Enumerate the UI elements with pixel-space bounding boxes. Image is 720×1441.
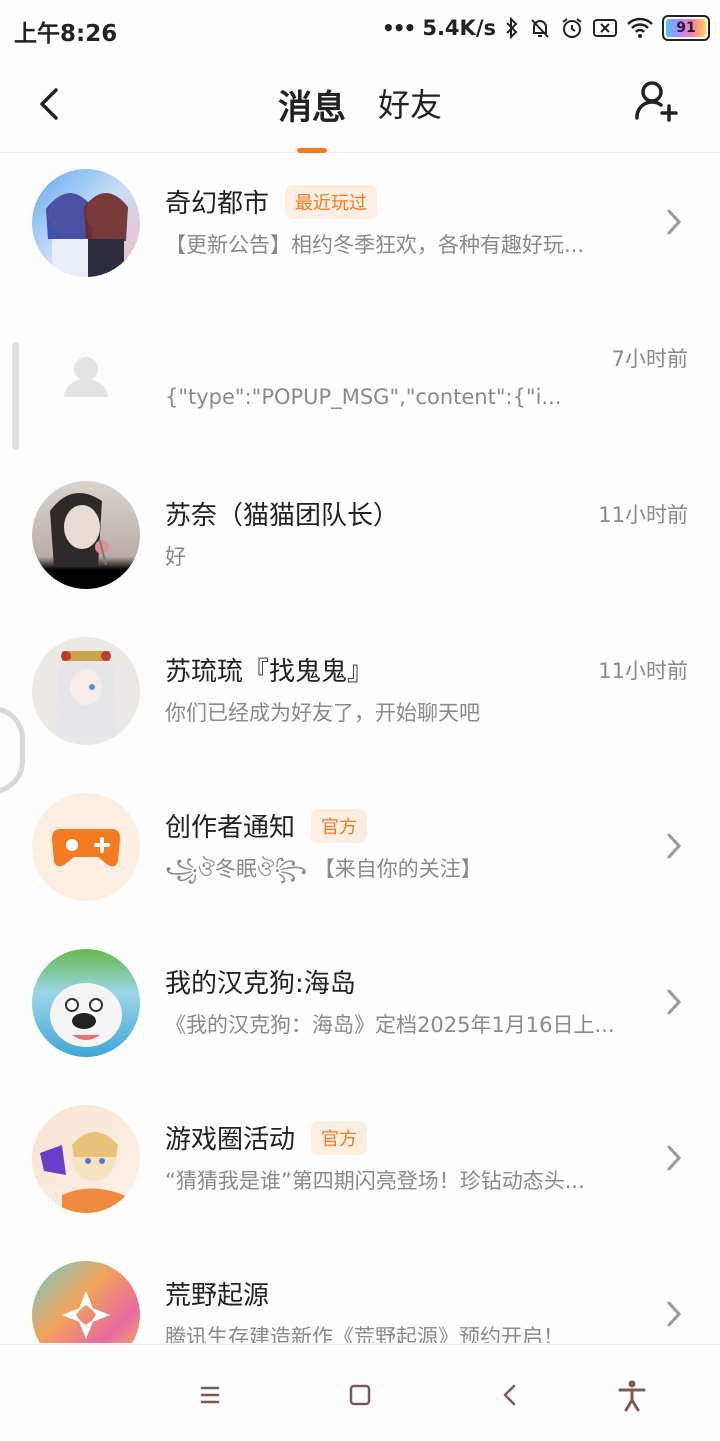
status-time: 上午8:26 xyxy=(14,21,118,47)
message-preview: 《我的汉克狗：海岛》定档2025年1月16日上... xyxy=(165,1013,615,1037)
anime-duo-icon xyxy=(46,193,128,277)
name-text: 游戏圈活动 xyxy=(165,1125,296,1155)
avatar xyxy=(32,1105,140,1213)
name-text: 荒野起源 xyxy=(165,1281,270,1311)
timestamp: 11小时前 xyxy=(598,659,688,683)
gamepad-plus-icon xyxy=(52,829,120,867)
chevron-right-icon xyxy=(667,1301,682,1327)
default-user-icon xyxy=(64,357,108,397)
name-text: 奇幻都市 xyxy=(165,189,270,219)
tab-messages-label: 消息 xyxy=(277,88,346,128)
megaphone-girl-icon xyxy=(40,1132,128,1213)
list-item[interactable]: 7小时前 {"type":"POPUP_MSG","content":{"i..… xyxy=(0,309,720,449)
chevron-right-icon xyxy=(667,833,682,859)
avatar xyxy=(32,325,140,433)
bluetooth-icon xyxy=(506,16,518,40)
avatar xyxy=(32,637,140,745)
conversation-name: 荒野起源 xyxy=(165,1275,269,1312)
list-item[interactable]: 苏奈（猫猫团队长） 11小时前 好 xyxy=(0,465,720,605)
message-preview: 你们已经成为好友了，开始聊天吧 xyxy=(165,701,480,725)
chevron-right-icon xyxy=(667,1145,682,1171)
list-item[interactable]: 创作者通知 官方 ꧁ঔ冬眠ঔ꧂ 【来自你的关注】 xyxy=(0,777,720,917)
status-badge: 官方 xyxy=(311,1120,368,1155)
list-item[interactable]: 奇幻都市 最近玩过 【更新公告】相约冬季狂欢，各种有趣好玩... xyxy=(0,153,720,293)
avatar xyxy=(32,793,140,901)
chevron-right-icon xyxy=(667,209,682,235)
home-icon[interactable] xyxy=(340,1375,380,1415)
name-text: 苏奈（猫猫团队长） xyxy=(165,501,400,531)
list-item[interactable]: 我的汉克狗:海岛 《我的汉克狗：海岛》定档2025年1月16日上... xyxy=(0,933,720,1073)
avatar xyxy=(32,1261,140,1343)
timestamp: 11小时前 xyxy=(598,503,688,527)
list-item[interactable]: 荒野起源 腾讯生存建造新作《荒野起源》预约开启！ xyxy=(0,1245,720,1343)
conversation-name: 苏琉琉『找鬼鬼』 xyxy=(165,651,373,688)
timestamp: 7小时前 xyxy=(611,347,688,371)
name-text: 我的汉克狗:海岛 xyxy=(165,969,356,999)
avatar xyxy=(32,169,140,277)
name-text: 创作者通知 xyxy=(165,813,296,843)
message-preview: ꧁ঔ冬眠ঔ꧂ 【来自你的关注】 xyxy=(165,857,482,881)
list-item[interactable]: 游戏圈活动 官方 “猜猜我是谁”第四期闪亮登场！珍钻动态头... xyxy=(0,1089,720,1229)
scrollbar[interactable] xyxy=(12,342,19,450)
message-preview: 好 xyxy=(165,545,186,569)
mute-bell-icon xyxy=(531,19,549,38)
back-nav-icon[interactable] xyxy=(490,1375,530,1415)
avatar xyxy=(32,481,140,589)
signal-dots-icon: ••• xyxy=(381,16,416,40)
message-preview: 【更新公告】相约冬季狂欢，各种有趣好玩... xyxy=(165,233,585,257)
header: 消息 好友 xyxy=(0,56,720,153)
message-preview: 腾讯生存建造新作《荒野起源》预约开启！ xyxy=(165,1325,564,1343)
message-list[interactable]: 奇幻都市 最近玩过 【更新公告】相约冬季狂欢，各种有趣好玩... 7小时前 {"t… xyxy=(0,153,720,1343)
conversation-name: 奇幻都市 最近玩过 xyxy=(165,183,378,220)
network-speed: 5.4K/s xyxy=(422,16,496,40)
status-icons: ••• 5.4K/s 91 xyxy=(382,10,710,46)
accessibility-icon[interactable] xyxy=(612,1375,652,1415)
tab-friends-label: 好友 xyxy=(377,86,442,124)
colorful-emblem-icon xyxy=(62,1291,110,1339)
alarm-icon xyxy=(562,18,582,38)
woman-flower-icon xyxy=(50,493,109,567)
message-preview: “猜猜我是谁”第四期闪亮登场！珍钻动态头... xyxy=(165,1169,585,1193)
wifi-icon xyxy=(627,17,653,38)
chevron-right-icon xyxy=(667,989,682,1015)
tab-messages[interactable]: 消息 xyxy=(277,80,346,153)
conversation-name: 游戏圈活动 官方 xyxy=(165,1119,368,1156)
status-bar: 上午8:26 ••• 5.4K/s 91 xyxy=(0,0,720,56)
avatar xyxy=(32,949,140,1057)
tab-friends[interactable]: 好友 xyxy=(378,80,442,139)
name-text: 苏琉琉『找鬼鬼』 xyxy=(165,657,374,687)
conversation-name: 苏奈（猫猫团队长） xyxy=(165,495,399,532)
tab-bar: 消息 好友 xyxy=(0,80,720,153)
menu-icon[interactable] xyxy=(190,1375,230,1415)
battery-level: 91 xyxy=(676,20,696,36)
conversation-name: 创作者通知 官方 xyxy=(165,807,368,844)
message-preview: {"type":"POPUP_MSG","content":{"i... xyxy=(165,385,562,409)
battery-icon: 91 xyxy=(662,15,710,41)
add-friend-icon[interactable] xyxy=(634,78,680,124)
list-item[interactable]: 苏琉琉『找鬼鬼』 11小时前 你们已经成为好友了，开始聊天吧 xyxy=(0,621,720,761)
system-nav-bar xyxy=(0,1344,720,1441)
cartoon-dog-icon xyxy=(50,983,122,1047)
data-off-icon xyxy=(593,19,617,37)
conversation-name: 我的汉克狗:海岛 xyxy=(165,963,356,1000)
white-hair-girl-icon xyxy=(56,651,116,737)
status-badge: 最近玩过 xyxy=(285,184,378,219)
status-badge: 官方 xyxy=(311,808,368,843)
